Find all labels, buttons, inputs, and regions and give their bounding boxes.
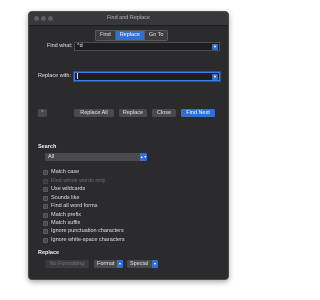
option-match-suffix[interactable]: Match suffix xyxy=(43,220,80,226)
option-label: Match suffix xyxy=(51,220,81,226)
search-heading: Search xyxy=(38,144,57,150)
option-sounds-like[interactable]: Sounds like xyxy=(43,195,79,201)
checkbox xyxy=(43,178,48,184)
replace-with-label: Replace with: xyxy=(38,73,72,79)
option-use-wildcards[interactable]: Use wildcards xyxy=(43,186,85,192)
find-replace-dialog: Find and Replace Find Replace Go To Find… xyxy=(28,11,229,280)
collapse-options-chevron-up-icon[interactable]: ⌃ xyxy=(38,109,47,117)
chevron-up-down-icon: ▲▼ xyxy=(140,153,147,161)
chevron-down-icon: ▼ xyxy=(152,260,158,268)
find-history-chevron-down-icon[interactable]: ▼ xyxy=(212,43,218,50)
search-scope-select[interactable]: All ▲▼ xyxy=(45,153,147,161)
option-label: Match prefix xyxy=(51,212,81,218)
option-label: Sounds like xyxy=(51,195,80,201)
option-find-all-word-forms[interactable]: Find all word forms xyxy=(43,203,97,209)
checkbox[interactable] xyxy=(43,237,48,243)
option-find-whole-words-only: Find whole words only xyxy=(43,178,105,184)
replace-button[interactable]: Replace xyxy=(119,109,147,117)
chevron-down-icon: ▼ xyxy=(117,260,123,268)
find-what-label: Find what: xyxy=(47,43,73,49)
option-ignore-punctuation[interactable]: Ignore punctuation characters xyxy=(43,228,124,234)
replace-with-field[interactable] xyxy=(74,72,220,81)
replace-all-button[interactable]: Replace All xyxy=(74,109,114,117)
checkbox[interactable] xyxy=(43,186,48,192)
checkbox[interactable] xyxy=(43,220,48,226)
checkbox[interactable] xyxy=(43,169,48,175)
option-label: Match case xyxy=(51,169,80,175)
window-title: Find and Replace xyxy=(106,15,151,21)
tab-go-to[interactable]: Go To xyxy=(144,31,168,40)
find-what-field[interactable]: ^d xyxy=(74,42,220,51)
tab-replace[interactable]: Replace xyxy=(115,31,145,40)
checkbox[interactable] xyxy=(43,195,48,201)
close-button[interactable]: Close xyxy=(152,109,176,117)
option-match-case[interactable]: Match case xyxy=(43,169,79,175)
checkbox[interactable] xyxy=(43,228,48,234)
find-what-value: ^d xyxy=(77,43,83,49)
checkbox[interactable] xyxy=(43,212,48,218)
find-next-button[interactable]: Find Next xyxy=(181,109,215,117)
tab-find[interactable]: Find xyxy=(96,31,116,40)
search-scope-value: All xyxy=(48,154,55,160)
option-label: Ignore punctuation characters xyxy=(51,228,124,234)
replace-heading: Replace xyxy=(38,250,60,256)
replace-history-chevron-down-icon[interactable]: ▼ xyxy=(212,73,218,80)
checkbox[interactable] xyxy=(43,203,48,209)
tab-bar: Find Replace Go To xyxy=(95,30,169,41)
format-menu-button[interactable]: Format ▼ xyxy=(94,260,123,268)
no-formatting-button: No Formatting xyxy=(45,260,89,268)
text-caret xyxy=(77,73,78,79)
option-match-prefix[interactable]: Match prefix xyxy=(43,212,81,218)
option-label: Use wildcards xyxy=(51,186,86,192)
special-label: Special xyxy=(130,261,149,267)
option-label: Ignore white-space characters xyxy=(51,237,125,243)
special-menu-button[interactable]: Special ▼ xyxy=(127,260,158,268)
option-label: Find all word forms xyxy=(51,203,98,209)
option-ignore-white-space[interactable]: Ignore white-space characters xyxy=(43,237,125,243)
option-label: Find whole words only xyxy=(51,178,106,184)
title-bar[interactable]: Find and Replace xyxy=(29,12,228,26)
format-label: Format xyxy=(97,261,115,267)
